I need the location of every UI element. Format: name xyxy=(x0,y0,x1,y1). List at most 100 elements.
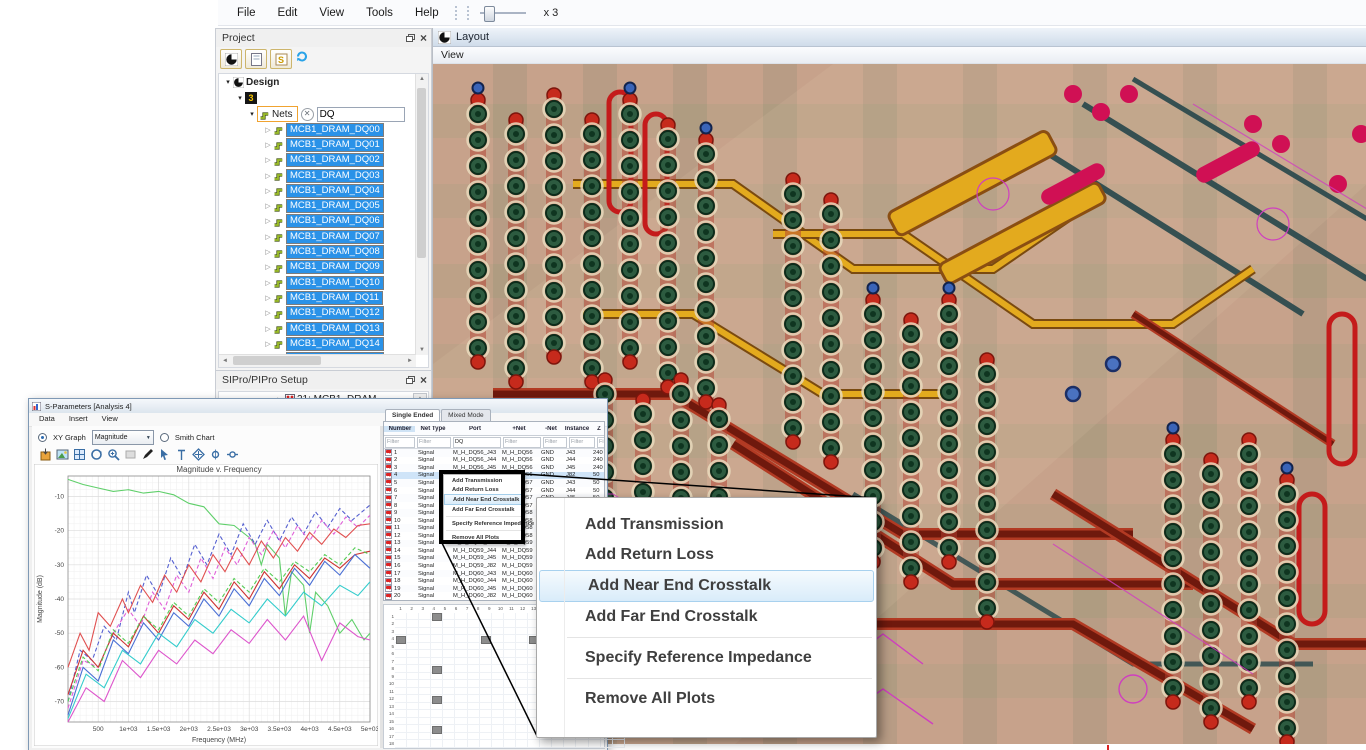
net-item[interactable]: ▷MCB1_DRAM_DQ08 xyxy=(219,244,428,259)
marker-link-icon[interactable] xyxy=(225,447,239,461)
net-label-chip[interactable]: MCB1_DRAM_DQ13 xyxy=(286,322,384,336)
marker-flag-icon[interactable] xyxy=(174,447,188,461)
matrix-cell-13-10[interactable] xyxy=(504,703,516,711)
matrix-cell-8-6[interactable] xyxy=(455,665,467,673)
matrix-cell-8-9[interactable] xyxy=(492,665,504,673)
matrix-cell-8-3[interactable] xyxy=(419,665,431,673)
matrix-cell-15-9[interactable] xyxy=(492,718,504,726)
matrix-cell-6-8[interactable] xyxy=(480,650,492,658)
matrix-cell-9-7[interactable] xyxy=(468,673,480,681)
matrix-cell-1-6[interactable] xyxy=(455,613,467,621)
matrix-cell-1-1[interactable] xyxy=(395,613,407,621)
matrix-cell-12-1[interactable] xyxy=(395,695,407,703)
matrix-cell-3-1[interactable] xyxy=(395,628,407,636)
matrix-cell-6-5[interactable] xyxy=(443,650,455,658)
zoom-slider-handle[interactable] xyxy=(484,6,495,22)
matrix-cell-18-19[interactable] xyxy=(613,740,625,748)
matrix-cell-7-10[interactable] xyxy=(504,658,516,666)
matrix-cell-17-4[interactable] xyxy=(431,733,443,741)
matrix-cell-9-4[interactable] xyxy=(431,673,443,681)
net-label-chip[interactable]: MCB1_DRAM_DQ08 xyxy=(286,245,384,259)
matrix-cell-3-2[interactable] xyxy=(407,628,419,636)
matrix-cell-13-2[interactable] xyxy=(407,703,419,711)
matrix-cell-11-1[interactable] xyxy=(395,688,407,696)
matrix-cell-16-4[interactable] xyxy=(431,725,443,733)
net-item[interactable]: ▷MCB1_DRAM_DQ06 xyxy=(219,214,428,229)
matrix-cell-4-7[interactable] xyxy=(468,635,480,643)
tree-node-design[interactable]: ▾ Design xyxy=(219,74,428,90)
filter-input-4[interactable]: Filter xyxy=(543,437,567,448)
matrix-cell-3-7[interactable] xyxy=(468,628,480,636)
expand-caret-icon[interactable]: ▷ xyxy=(263,309,273,317)
matrix-cell-12-3[interactable] xyxy=(419,695,431,703)
menu-item-add-near-end-crosstalk[interactable]: Add Near End Crosstalk xyxy=(539,570,874,602)
net-item[interactable]: ▷MCB1_DRAM_DQ05 xyxy=(219,198,428,213)
matrix-cell-10-1[interactable] xyxy=(395,680,407,688)
magnitude-frequency-chart[interactable]: Magnitude v. Frequency5001e+031.5e+032e+… xyxy=(34,464,378,746)
matrix-cell-3-6[interactable] xyxy=(455,628,467,636)
matrix-cell-18-6[interactable] xyxy=(455,740,467,748)
matrix-cell-13-4[interactable] xyxy=(431,703,443,711)
matrix-cell-1-2[interactable] xyxy=(407,613,419,621)
matrix-cell-18-10[interactable] xyxy=(504,740,516,748)
refresh-icon[interactable] xyxy=(295,50,310,68)
net-label-chip[interactable]: MCB1_DRAM_DQ11 xyxy=(286,291,383,305)
menu-item-add-far-end-crosstalk[interactable]: Add Far End Crosstalk xyxy=(444,505,523,514)
matrix-cell-2-8[interactable] xyxy=(480,620,492,628)
menu-view[interactable]: View xyxy=(308,4,355,22)
net-item[interactable]: ▷MCB1_DRAM_DQ04 xyxy=(219,183,428,198)
matrix-cell-11-8[interactable] xyxy=(480,688,492,696)
port-row-3[interactable]: 3SignalM_H_DQ56_J45M_H_DQ56GNDJ45240 xyxy=(384,464,604,472)
matrix-cell-11-10[interactable] xyxy=(504,688,516,696)
xy-graph-radio[interactable] xyxy=(38,433,47,442)
matrix-cell-7-7[interactable] xyxy=(468,658,480,666)
matrix-cell-3-10[interactable] xyxy=(504,628,516,636)
matrix-cell-8-10[interactable] xyxy=(504,665,516,673)
matrix-cell-4-1[interactable] xyxy=(395,635,407,643)
matrix-cell-4-3[interactable] xyxy=(419,635,431,643)
expand-caret-icon[interactable]: ▷ xyxy=(263,294,273,302)
scroll-left-icon[interactable]: ◄ xyxy=(222,358,228,364)
matrix-cell-18-18[interactable] xyxy=(601,740,613,748)
matrix-cell-11-6[interactable] xyxy=(455,688,467,696)
matrix-cell-10-10[interactable] xyxy=(504,680,516,688)
matrix-cell-13-6[interactable] xyxy=(455,703,467,711)
matrix-cell-8-8[interactable] xyxy=(480,665,492,673)
matrix-cell-5-10[interactable] xyxy=(504,643,516,651)
matrix-cell-10-4[interactable] xyxy=(431,680,443,688)
matrix-cell-14-1[interactable] xyxy=(395,710,407,718)
matrix-cell-14-4[interactable] xyxy=(431,710,443,718)
net-label-chip[interactable]: MCB1_DRAM_DQ00 xyxy=(286,123,384,137)
matrix-cell-16-5[interactable] xyxy=(443,725,455,733)
matrix-cell-2-6[interactable] xyxy=(455,620,467,628)
menu-edit[interactable]: Edit xyxy=(267,4,309,22)
net-item[interactable]: ▷ MCB1_DRAM_DQ11 xyxy=(219,290,428,305)
matrix-cell-13-7[interactable] xyxy=(468,703,480,711)
matrix-cell-14-9[interactable] xyxy=(492,710,504,718)
matrix-cell-16-7[interactable] xyxy=(468,725,480,733)
expand-caret-icon[interactable]: ▾ xyxy=(223,78,233,86)
matrix-cell-12-5[interactable] xyxy=(443,695,455,703)
matrix-cell-7-4[interactable] xyxy=(431,658,443,666)
matrix-cell-17-2[interactable] xyxy=(407,733,419,741)
matrix-cell-10-9[interactable] xyxy=(492,680,504,688)
matrix-cell-17-6[interactable] xyxy=(455,733,467,741)
menu-item-add-near-end-crosstalk[interactable]: Add Near End Crosstalk xyxy=(444,494,523,505)
matrix-cell-4-8[interactable] xyxy=(480,635,492,643)
menu-item-add-transmission[interactable]: Add Transmission xyxy=(537,510,876,540)
menu-item-remove-all-plots[interactable]: Remove All Plots xyxy=(537,684,876,714)
matrix-cell-15-8[interactable] xyxy=(480,718,492,726)
matrix-cell-17-5[interactable] xyxy=(443,733,455,741)
select-rect-icon[interactable] xyxy=(123,447,137,461)
matrix-cell-18-4[interactable] xyxy=(431,740,443,748)
smith-chart-radio[interactable] xyxy=(160,433,169,442)
net-label-chip[interactable]: MCB1_DRAM_DQ04 xyxy=(286,184,384,198)
matrix-cell-2-9[interactable] xyxy=(492,620,504,628)
matrix-cell-15-11[interactable] xyxy=(516,718,528,726)
column-header-nettype[interactable]: Net Type xyxy=(415,426,450,432)
matrix-cell-16-6[interactable] xyxy=(455,725,467,733)
menu-item-add-return-loss[interactable]: Add Return Loss xyxy=(444,485,523,494)
pen-icon[interactable] xyxy=(140,447,154,461)
matrix-cell-6-11[interactable] xyxy=(516,650,528,658)
filter-input-6[interactable]: Filter xyxy=(597,437,604,448)
